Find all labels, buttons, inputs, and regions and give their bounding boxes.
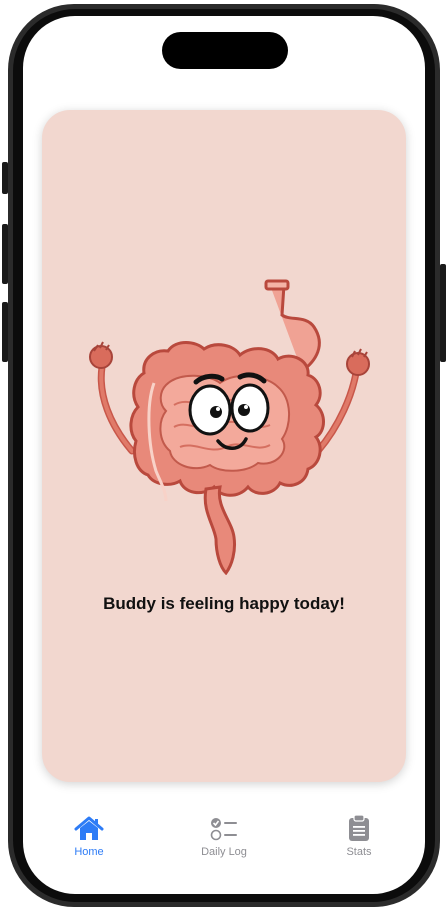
tab-bar: Home Daily Log Stats <box>23 812 425 872</box>
app-screen: Buddy is feeling happy today! Home Daily… <box>23 16 425 894</box>
phone-device: Buddy is feeling happy today! Home Daily… <box>0 0 448 911</box>
tab-home-label: Home <box>74 846 104 858</box>
tab-daily-log[interactable]: Daily Log <box>179 812 269 858</box>
happy-intestines-mascot-icon <box>89 279 370 575</box>
checklist-icon <box>209 812 239 842</box>
power-button <box>440 264 446 362</box>
tab-daily-log-label: Daily Log <box>201 846 247 858</box>
house-icon <box>74 812 104 842</box>
tab-stats[interactable]: Stats <box>314 812 404 858</box>
mascot-status-message: Buddy is feeling happy today! <box>103 594 345 613</box>
mascot-card: Buddy is feeling happy today! <box>42 110 406 782</box>
dynamic-island <box>162 32 288 69</box>
tab-stats-label: Stats <box>346 846 372 858</box>
tab-home[interactable]: Home <box>44 812 134 858</box>
clipboard-icon <box>346 812 372 842</box>
